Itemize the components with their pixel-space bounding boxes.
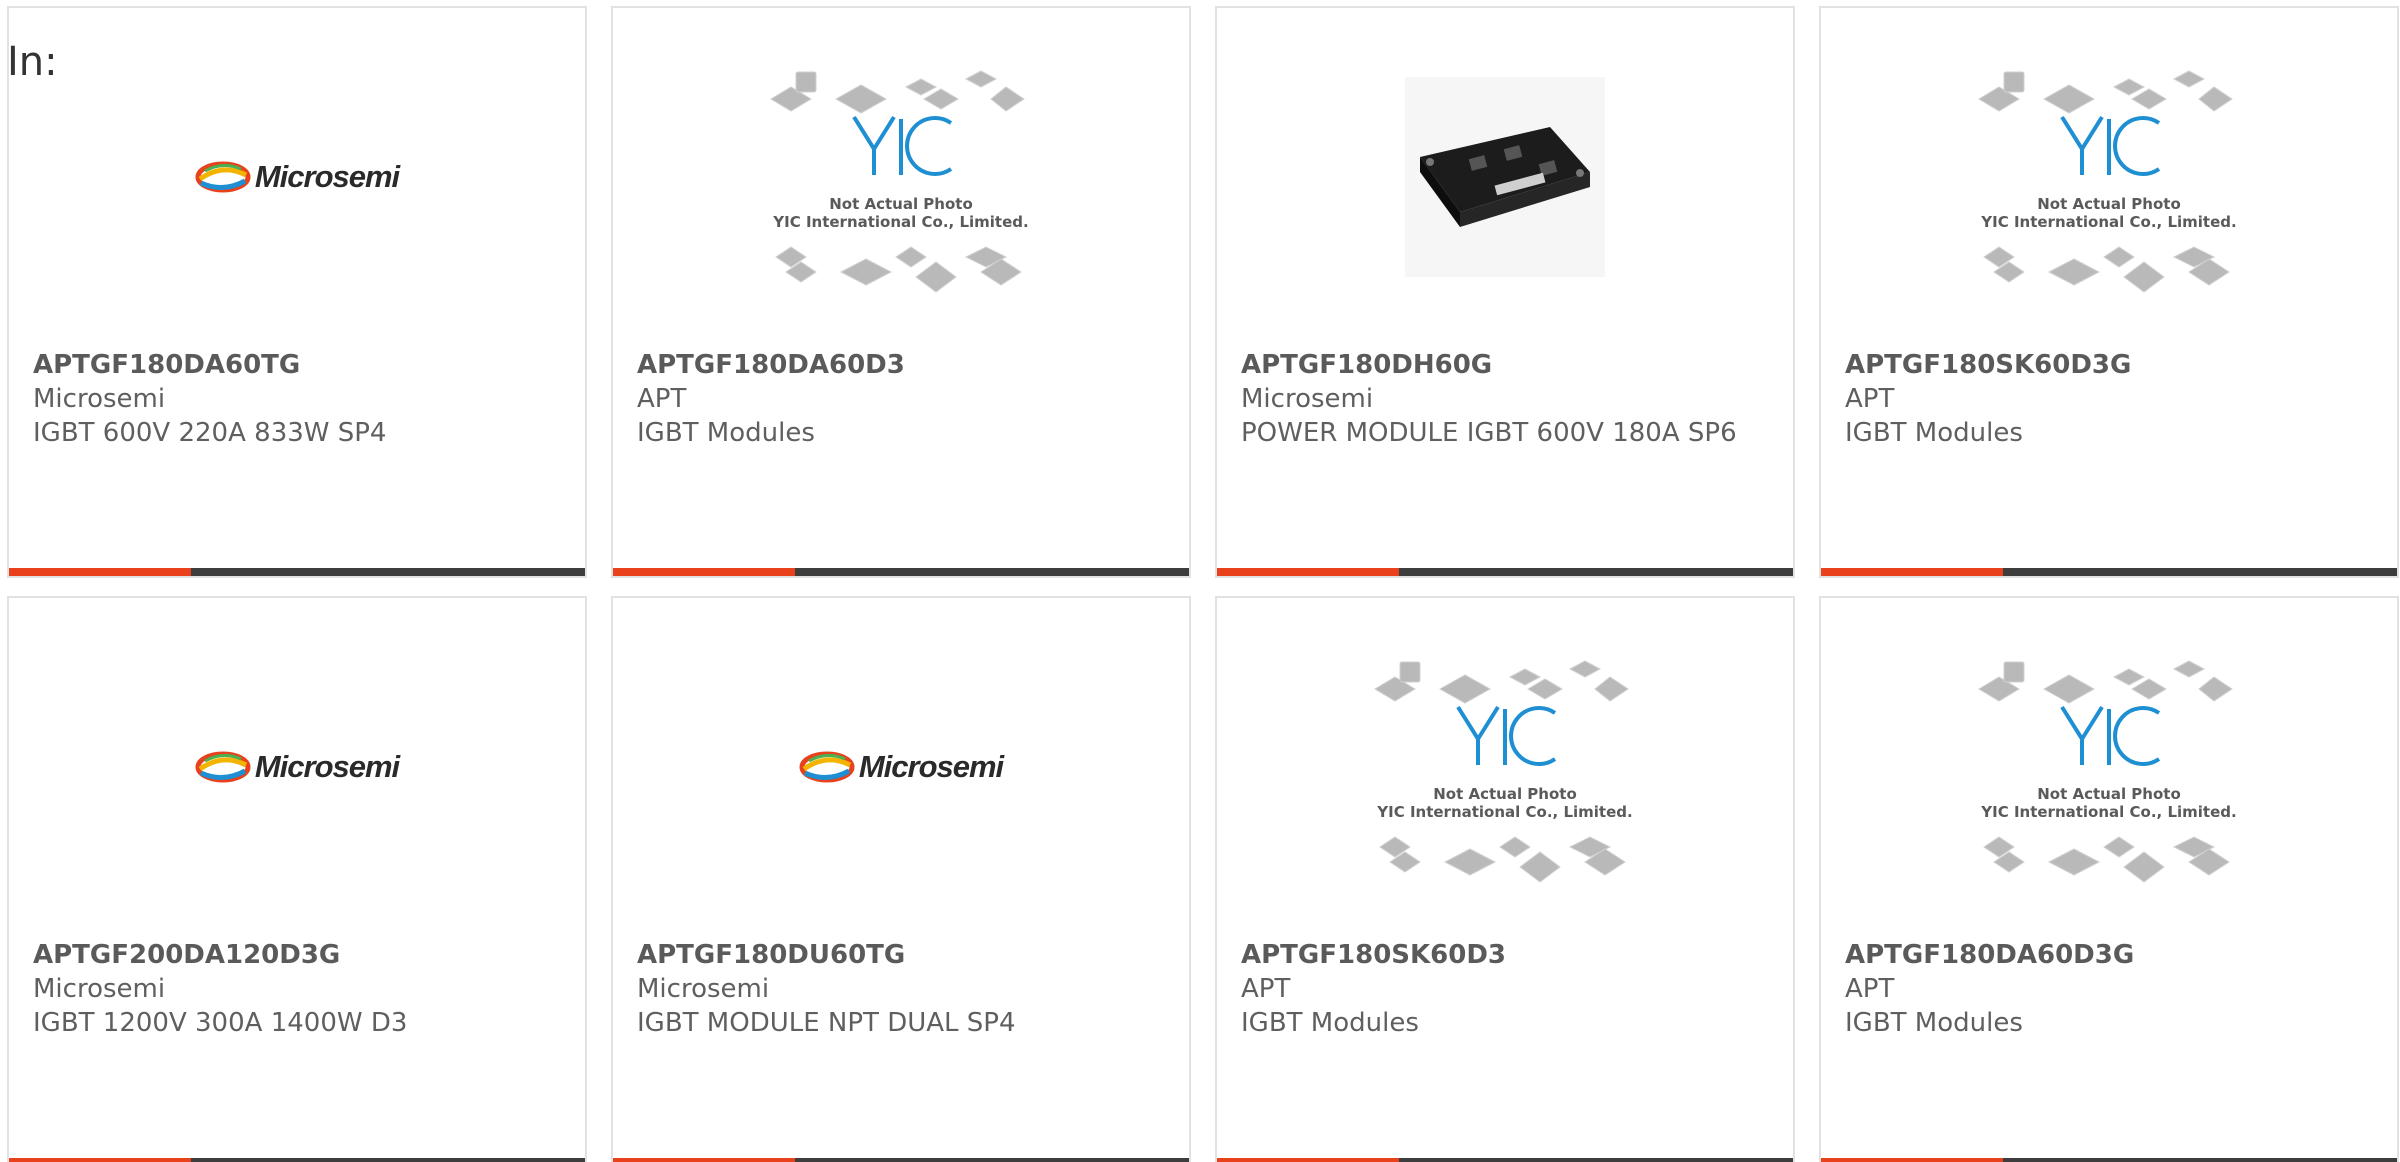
- manufacturer-name: Microsemi: [637, 974, 770, 1004]
- microsemi-logo: Microsemi: [195, 159, 400, 195]
- product-description: IGBT MODULE NPT DUAL SP4: [637, 1008, 1016, 1038]
- card-bottom-bar: [613, 1158, 1189, 1162]
- card-accent-bar: [613, 568, 795, 576]
- card-bottom-bar: [613, 568, 1189, 576]
- product-image[interactable]: Not Actual Photo YIC International Co., …: [1821, 660, 2397, 883]
- card-accent-bar: [1821, 1158, 2003, 1162]
- product-info: APTGF180DA60D3G APT IGBT Modules: [1845, 938, 2367, 1040]
- part-number-link[interactable]: APTGF180DA60TG: [33, 348, 555, 382]
- product-image[interactable]: Microsemi: [9, 678, 585, 856]
- not-actual-photo-placeholder: Not Actual Photo YIC International Co., …: [770, 70, 1029, 293]
- card-accent-bar: [1217, 1158, 1399, 1162]
- manufacturer-name: APT: [637, 384, 687, 414]
- microsemi-logo-text: Microsemi: [254, 159, 400, 194]
- svg-text:YIC International Co., Limited: YIC International Co., Limited.: [772, 213, 1028, 231]
- manufacturer-name: APT: [1845, 974, 1895, 1004]
- product-grid: Microsemi APTGF180DA60TG Microsemi IGBT …: [7, 6, 2399, 1162]
- manufacturer-name: APT: [1241, 974, 1291, 1004]
- product-card[interactable]: Microsemi APTGF200DA120D3G Microsemi IGB…: [7, 596, 587, 1162]
- product-image[interactable]: Not Actual Photo YIC International Co., …: [1217, 660, 1793, 883]
- manufacturer-name: Microsemi: [1241, 384, 1374, 414]
- product-description: POWER MODULE IGBT 600V 180A SP6: [1241, 418, 1737, 448]
- not-actual-photo-placeholder: Not Actual Photo YIC International Co., …: [1978, 660, 2237, 883]
- microsemi-logo: Microsemi: [799, 749, 1004, 785]
- card-bottom-bar: [1821, 1158, 2397, 1162]
- manufacturer-name: APT: [1845, 384, 1895, 414]
- svg-text:Not Actual Photo: Not Actual Photo: [2037, 785, 2181, 803]
- product-image[interactable]: Not Actual Photo YIC International Co., …: [613, 70, 1189, 293]
- card-accent-bar: [1217, 568, 1399, 576]
- product-card[interactable]: APTGF180DH60G Microsemi POWER MODULE IGB…: [1215, 6, 1795, 578]
- microsemi-logo: Microsemi: [195, 749, 400, 785]
- product-info: APTGF180DA60TG Microsemi IGBT 600V 220A …: [33, 348, 555, 450]
- product-photo: [1405, 77, 1605, 277]
- part-number-link[interactable]: APTGF180DU60TG: [637, 938, 1159, 972]
- card-bottom-bar: [9, 1158, 585, 1162]
- product-description: IGBT Modules: [1845, 418, 2023, 448]
- microsemi-logo-text: Microsemi: [254, 749, 400, 784]
- product-info: APTGF180DH60G Microsemi POWER MODULE IGB…: [1241, 348, 1763, 450]
- part-number-link[interactable]: APTGF180SK60D3G: [1845, 348, 2367, 382]
- product-card[interactable]: Not Actual Photo YIC International Co., …: [1215, 596, 1795, 1162]
- product-info: APTGF180SK60D3 APT IGBT Modules: [1241, 938, 1763, 1040]
- part-number-link[interactable]: APTGF180DH60G: [1241, 348, 1763, 382]
- card-accent-bar: [9, 1158, 191, 1162]
- product-image[interactable]: Microsemi: [613, 678, 1189, 856]
- svg-text:Not Actual Photo: Not Actual Photo: [1433, 785, 1577, 803]
- product-info: APTGF200DA120D3G Microsemi IGBT 1200V 30…: [33, 938, 555, 1040]
- product-info: APTGF180DU60TG Microsemi IGBT MODULE NPT…: [637, 938, 1159, 1040]
- card-bottom-bar: [1217, 1158, 1793, 1162]
- card-bottom-bar: [1821, 568, 2397, 576]
- manufacturer-name: Microsemi: [33, 974, 166, 1004]
- part-number-link[interactable]: APTGF180DA60D3: [637, 348, 1159, 382]
- part-number-link[interactable]: APTGF180DA60D3G: [1845, 938, 2367, 972]
- product-description: IGBT Modules: [1845, 1008, 2023, 1038]
- product-description: IGBT Modules: [1241, 1008, 1419, 1038]
- svg-text:YIC International Co., Limited: YIC International Co., Limited.: [1980, 803, 2236, 821]
- product-image[interactable]: Microsemi: [9, 88, 585, 266]
- filter-in-label: In:: [7, 39, 58, 85]
- part-number-link[interactable]: APTGF200DA120D3G: [33, 938, 555, 972]
- card-bottom-bar: [9, 568, 585, 576]
- microsemi-logo-text: Microsemi: [858, 749, 1004, 784]
- not-actual-photo-placeholder: Not Actual Photo YIC International Co., …: [1374, 660, 1633, 883]
- svg-text:Not Actual Photo: Not Actual Photo: [829, 195, 973, 213]
- svg-text:YIC International Co., Limited: YIC International Co., Limited.: [1980, 213, 2236, 231]
- product-card[interactable]: Not Actual Photo YIC International Co., …: [611, 6, 1191, 578]
- not-actual-photo-placeholder: Not Actual Photo YIC International Co., …: [1978, 70, 2237, 293]
- product-card[interactable]: Not Actual Photo YIC International Co., …: [1819, 596, 2399, 1162]
- product-card[interactable]: Not Actual Photo YIC International Co., …: [1819, 6, 2399, 578]
- svg-text:YIC International Co., Limited: YIC International Co., Limited.: [1376, 803, 1632, 821]
- microsemi-swirl-icon: [799, 751, 855, 783]
- card-accent-bar: [9, 568, 191, 576]
- product-card[interactable]: Microsemi APTGF180DA60TG Microsemi IGBT …: [7, 6, 587, 578]
- product-image[interactable]: Not Actual Photo YIC International Co., …: [1821, 70, 2397, 293]
- svg-text:Not Actual Photo: Not Actual Photo: [2037, 195, 2181, 213]
- microsemi-swirl-icon: [195, 751, 251, 783]
- product-image[interactable]: [1217, 77, 1793, 277]
- microsemi-swirl-icon: [195, 161, 251, 193]
- product-info: APTGF180DA60D3 APT IGBT Modules: [637, 348, 1159, 450]
- manufacturer-name: Microsemi: [33, 384, 166, 414]
- igbt-module-photo: [1420, 127, 1590, 227]
- product-results-page: In: Microsemi APTGF180DA60TG Microsemi I…: [0, 0, 2400, 1162]
- product-description: IGBT Modules: [637, 418, 815, 448]
- product-info: APTGF180SK60D3G APT IGBT Modules: [1845, 348, 2367, 450]
- card-bottom-bar: [1217, 568, 1793, 576]
- product-description: IGBT 1200V 300A 1400W D3: [33, 1008, 408, 1038]
- product-description: IGBT 600V 220A 833W SP4: [33, 418, 387, 448]
- card-accent-bar: [613, 1158, 795, 1162]
- card-accent-bar: [1821, 568, 2003, 576]
- product-card[interactable]: Microsemi APTGF180DU60TG Microsemi IGBT …: [611, 596, 1191, 1162]
- part-number-link[interactable]: APTGF180SK60D3: [1241, 938, 1763, 972]
